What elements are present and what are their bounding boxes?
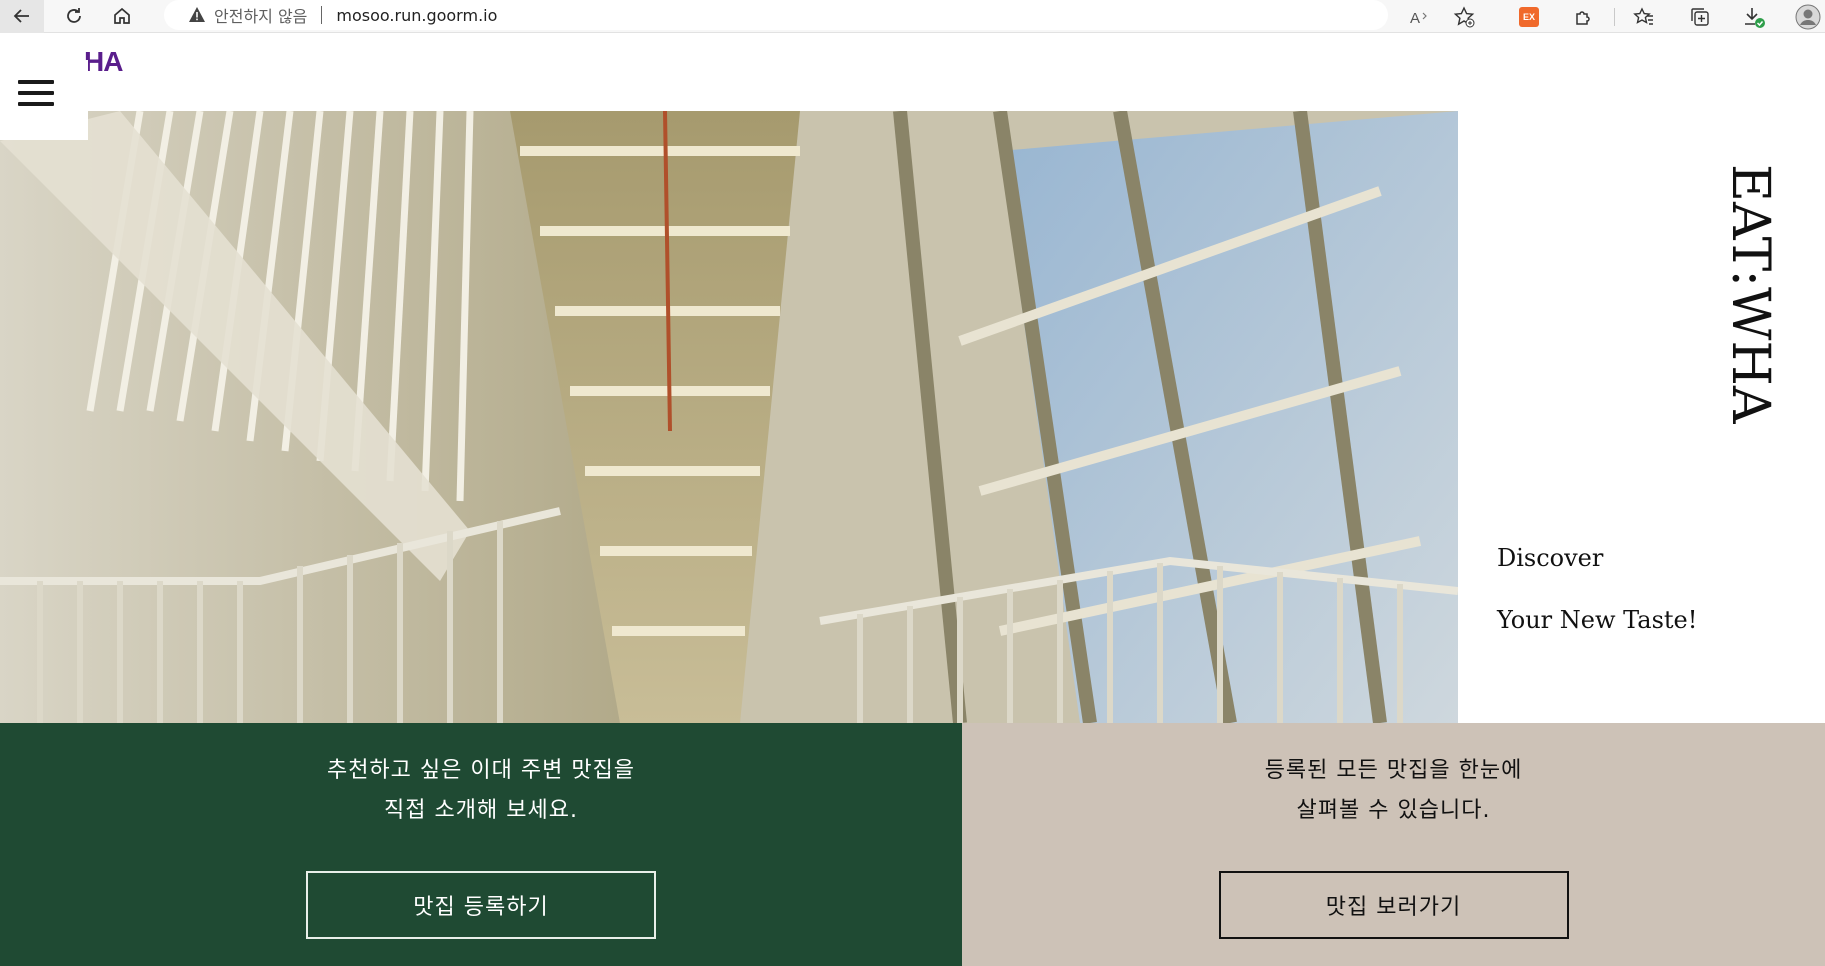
browse-description-line-2: 살펴볼 수 있습니다. <box>1296 798 1491 823</box>
profile-icon <box>1795 4 1821 30</box>
register-description: 추천하고 싶은 이대 주변 맛집을 직접 소개해 보세요. <box>327 751 635 831</box>
register-description-line-2: 직접 소개해 보세요. <box>384 798 578 823</box>
url-text[interactable]: mosoo.run.goorm.io <box>336 6 497 25</box>
refresh-icon <box>67 8 81 23</box>
site-logo[interactable]: HA <box>84 46 123 78</box>
browse-description-line-1: 등록된 모든 맛집을 한눈에 <box>1264 758 1523 783</box>
browser-toolbar: 안전하지 않음 mosoo.run.goorm.io A EX <box>0 0 1825 33</box>
browse-panel: 등록된 모든 맛집을 한눈에 살펴볼 수 있습니다. 맛집 보러가기 <box>962 723 1825 966</box>
address-separator <box>321 6 323 24</box>
downloads-button[interactable] <box>1740 3 1768 31</box>
tagline-line-1: Discover <box>1497 544 1604 572</box>
home-icon <box>114 7 130 24</box>
profile-button[interactable] <box>1794 3 1822 31</box>
ex-extension-button[interactable]: EX <box>1515 3 1543 31</box>
address-bar[interactable]: 안전하지 않음 mosoo.run.goorm.io <box>164 0 1388 30</box>
home-button[interactable] <box>102 0 142 33</box>
hamburger-menu-icon[interactable] <box>18 80 54 108</box>
register-description-line-1: 추천하고 싶은 이대 주변 맛집을 <box>326 758 636 783</box>
security-indicator[interactable]: 안전하지 않음 <box>214 3 307 27</box>
browse-restaurants-button[interactable]: 맛집 보러가기 <box>1218 871 1569 939</box>
browse-description: 등록된 모든 맛집을 한눈에 살펴볼 수 있습니다. <box>1265 751 1523 831</box>
read-aloud-icon: A <box>1410 10 1427 27</box>
add-favorite-icon <box>1453 6 1475 28</box>
downloads-icon <box>1745 8 1765 28</box>
back-icon <box>13 9 29 23</box>
read-aloud-button[interactable]: A <box>1406 3 1434 31</box>
extensions-icon <box>1576 11 1590 25</box>
extensions-button[interactable] <box>1570 3 1598 31</box>
favorites-button[interactable] <box>1630 3 1658 31</box>
warning-icon <box>188 6 206 24</box>
svg-text:A: A <box>1410 10 1420 27</box>
favorites-icon <box>1633 7 1653 25</box>
brand-vertical-text: EAT:WHA <box>1720 164 1780 424</box>
back-button[interactable] <box>0 0 44 33</box>
toolbar-divider <box>1614 8 1615 26</box>
refresh-button[interactable] <box>54 0 94 33</box>
brand-vertical-title: EAT:WHA <box>1720 164 1782 454</box>
ex-extension-icon: EX <box>1519 7 1539 27</box>
collections-icon <box>1691 8 1709 26</box>
register-panel: 추천하고 싶은 이대 주변 맛집을 직접 소개해 보세요. 맛집 등록하기 <box>0 723 962 966</box>
hero-image <box>0 111 1458 723</box>
collections-button[interactable] <box>1686 3 1714 31</box>
tagline-line-2: Your New Taste! <box>1497 606 1698 634</box>
register-restaurant-button[interactable]: 맛집 등록하기 <box>306 871 656 939</box>
add-favorite-button[interactable] <box>1450 3 1478 31</box>
